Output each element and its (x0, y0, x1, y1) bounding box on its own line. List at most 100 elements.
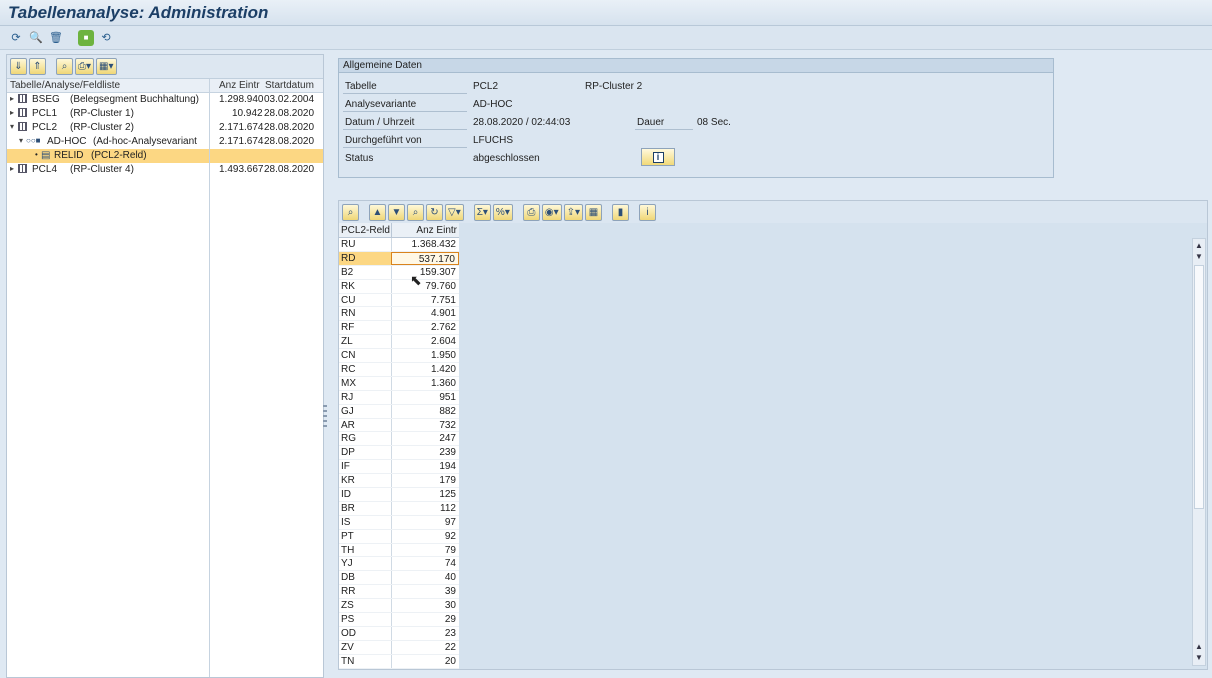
cell-relid[interactable]: TN (341, 656, 354, 667)
table-row[interactable]: AR 732 (339, 418, 459, 433)
cell-relid[interactable]: OD (341, 628, 356, 639)
tree-row-bseg[interactable]: ▸ BSEG (Belegsegment Buchhaltung) 1.298.… (7, 93, 323, 107)
cell-relid[interactable]: MX (341, 378, 356, 389)
table-row[interactable]: RU 1.368.432 (339, 238, 459, 252)
pane-splitter-handle[interactable] (323, 405, 327, 429)
cell-relid[interactable]: AR (341, 420, 355, 431)
scroll-up-bottom-icon[interactable]: ▲ (1194, 642, 1204, 652)
table-row[interactable]: BR 112 (339, 501, 459, 516)
cell-count[interactable]: 30 (391, 599, 459, 613)
cell-count[interactable]: 92 (391, 529, 459, 543)
execute-icon[interactable]: ⟳ (8, 30, 24, 46)
tree-row-relid[interactable]: • ▤ RELID (PCL2-Reld) (7, 149, 323, 163)
find-icon[interactable]: 🔍 (28, 30, 44, 46)
chart-icon[interactable]: ▮ (612, 203, 629, 221)
layout-icon[interactable]: ▦ (585, 203, 602, 221)
table-row[interactable]: GJ 882 (339, 404, 459, 419)
tree-row-pcl4[interactable]: ▸ PCL4 (RP-Cluster 4) 1.493.667 28.08.20… (7, 163, 323, 177)
cell-count[interactable]: 1.368.432 (391, 238, 459, 251)
table-row[interactable]: YJ 74 (339, 557, 459, 572)
views-icon[interactable]: ◉▾ (541, 203, 562, 221)
cell-count[interactable]: 23 (391, 626, 459, 640)
cell-count[interactable]: 74 (391, 557, 459, 571)
tree-row-adhoc[interactable]: ▾ ○○■ AD-HOC (Ad-hoc-Analysevariant 2.17… (7, 135, 323, 149)
cell-relid[interactable]: KR (341, 475, 355, 486)
table-row[interactable]: CN 1.950 (339, 349, 459, 364)
delete-icon[interactable]: 🗑 (48, 30, 64, 46)
find-next-icon[interactable]: ↻ (426, 203, 443, 221)
cell-relid[interactable]: IF (341, 461, 350, 472)
export-icon[interactable]: ⇪▾ (563, 203, 583, 221)
cell-relid[interactable]: RN (341, 308, 355, 319)
cell-relid[interactable]: B2 (341, 267, 353, 278)
table-row[interactable]: RF 2.762 (339, 321, 459, 336)
table-row[interactable]: TH 79 (339, 543, 459, 558)
cell-relid[interactable]: CN (341, 350, 355, 361)
cell-relid[interactable]: RF (341, 322, 354, 333)
find-icon[interactable]: ⌕ (407, 203, 424, 221)
table-row[interactable]: PS 29 (339, 613, 459, 627)
grid-vertical-scrollbar[interactable]: ▲ ▼ ▲ ▼ (1192, 238, 1206, 666)
cell-count[interactable]: 22 (391, 640, 459, 654)
sort-ascending-icon[interactable]: ▲ (369, 203, 386, 221)
expand-arrow-icon[interactable]: ▸ (10, 94, 14, 103)
cell-count[interactable]: 194 (391, 460, 459, 474)
cell-count[interactable]: 732 (391, 418, 459, 432)
table-row[interactable]: DP 239 (339, 446, 459, 461)
scroll-down-icon[interactable]: ▼ (1194, 252, 1204, 262)
table-row[interactable]: RJ 951 (339, 390, 459, 405)
collapse-arrow-icon[interactable]: ▾ (19, 136, 23, 145)
cell-count[interactable]: 239 (391, 446, 459, 460)
refresh-icon[interactable]: ⟲ (98, 30, 114, 46)
cell-count[interactable]: 29 (391, 613, 459, 626)
cell-relid[interactable]: DP (341, 447, 355, 458)
cell-count[interactable]: 7.751 (391, 293, 459, 307)
cell-relid[interactable]: PT (341, 531, 354, 542)
cell-relid[interactable]: PS (341, 614, 354, 625)
cell-count[interactable]: 79.760 (391, 279, 459, 293)
print-icon[interactable]: ⎙ (522, 203, 540, 221)
cell-relid[interactable]: TH (341, 545, 354, 556)
table-row[interactable]: IF 194 (339, 460, 459, 475)
sort-descending-icon[interactable]: ▼ (388, 203, 405, 221)
filter-icon[interactable]: ▽▾ (445, 203, 464, 221)
cell-relid[interactable]: RD (341, 253, 355, 264)
cell-count[interactable]: 79 (391, 543, 459, 557)
table-row[interactable]: RK 79.760 (339, 279, 459, 294)
cell-relid[interactable]: RJ (341, 392, 353, 403)
cell-count[interactable]: 1.420 (391, 363, 459, 376)
table-row[interactable]: RG 247 (339, 432, 459, 447)
table-row[interactable]: B2 159.307 (339, 265, 459, 280)
grid-col-count[interactable]: Anz Eintr (391, 223, 459, 238)
cell-count[interactable]: 40 (391, 571, 459, 585)
cell-count[interactable]: 179 (391, 474, 459, 488)
cell-count[interactable]: 97 (391, 515, 459, 529)
cell-relid[interactable]: RR (341, 586, 355, 597)
cell-relid[interactable]: ZV (341, 642, 354, 653)
cell-count[interactable]: 4.901 (391, 307, 459, 321)
print-icon[interactable]: ⎙▾ (75, 58, 95, 75)
cell-count[interactable]: 20 (391, 654, 459, 668)
table-row[interactable]: IS 97 (339, 515, 459, 530)
cell-count[interactable]: 1.950 (391, 349, 459, 363)
expand-arrow-icon[interactable]: ▸ (10, 164, 14, 173)
new-icon[interactable]: ■ (78, 29, 94, 46)
table-row[interactable]: KR 179 (339, 474, 459, 489)
cell-relid[interactable]: RG (341, 433, 356, 444)
expand-all-icon[interactable]: ⇓ (10, 58, 27, 75)
tree-row-pcl2[interactable]: ▾ PCL2 (RP-Cluster 2) 2.171.674 28.08.20… (7, 121, 323, 135)
table-row[interactable]: DB 40 (339, 571, 459, 586)
details-icon[interactable]: ⌕ (342, 203, 359, 221)
cell-relid[interactable]: RK (341, 281, 355, 292)
cell-count[interactable]: 39 (391, 585, 459, 599)
table-row[interactable]: RC 1.420 (339, 363, 459, 377)
cell-relid[interactable]: RC (341, 364, 355, 375)
info-icon[interactable]: i (639, 203, 656, 221)
cell-count[interactable]: 159.307 (391, 265, 459, 279)
subtotal-icon[interactable]: %▾ (492, 203, 513, 221)
layout-icon[interactable]: ▦▾ (96, 58, 117, 75)
cell-count[interactable]: 2.604 (391, 335, 459, 349)
cell-count[interactable]: 882 (391, 404, 459, 418)
cell-count[interactable]: 247 (391, 432, 459, 446)
scroll-thumb[interactable] (1194, 265, 1204, 509)
